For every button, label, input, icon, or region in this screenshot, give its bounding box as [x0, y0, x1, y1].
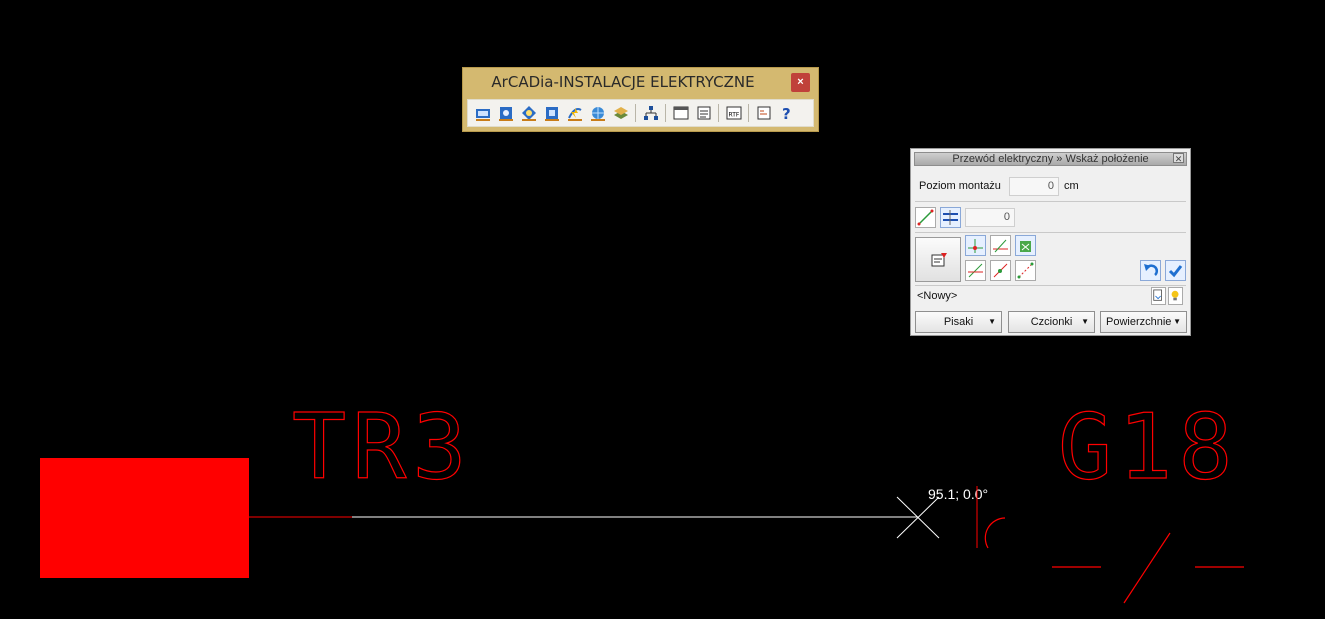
snap-box-icon[interactable] [1015, 235, 1036, 256]
transformer-block[interactable] [40, 458, 249, 578]
surfaces-dropdown[interactable]: Powierzchnie ▼ [1100, 311, 1187, 333]
switch-icon[interactable] [541, 103, 562, 124]
bulb-icon[interactable] [1168, 287, 1183, 305]
g18-slash [1123, 532, 1171, 604]
g18-arc [984, 517, 1006, 549]
tr3-label: TR3 [292, 395, 473, 500]
wire-draw-icon[interactable] [915, 207, 936, 228]
window-icon[interactable] [670, 103, 691, 124]
list-icon[interactable] [693, 103, 714, 124]
distribution-board-icon[interactable] [472, 103, 493, 124]
cursor-readout: 95.1; 0.0° [928, 486, 988, 502]
wire-break-icon[interactable] [965, 260, 986, 281]
lamp-icon[interactable] [518, 103, 539, 124]
element-properties-button[interactable] [915, 237, 961, 282]
wire-properties-panel[interactable]: Przewód elektryczny » Wskaż położenie ✕ … [910, 148, 1191, 336]
svg-text:RTF: RTF [728, 112, 739, 119]
cable-icon[interactable] [564, 103, 585, 124]
toolbar-separator [635, 104, 636, 122]
snap-line-icon[interactable] [990, 235, 1011, 256]
wire-edit-icon[interactable] [1015, 260, 1036, 281]
offset-input[interactable]: 0 [965, 208, 1015, 227]
offset-icon[interactable] [940, 207, 961, 228]
arcadia-electrical-toolbar[interactable]: ArCADia-INSTALACJE ELEKTRYCZNE × RTF ? [462, 67, 819, 132]
layers-icon[interactable] [610, 103, 631, 124]
divider [915, 285, 1186, 286]
properties-icon [931, 253, 947, 267]
panel-close-icon[interactable]: ✕ [1173, 153, 1184, 164]
mount-level-label: Poziom montażu [919, 180, 1001, 192]
toolbar-separator [718, 104, 719, 122]
panel-title: Przewód elektryczny » Wskaż położenie [914, 152, 1187, 166]
scheme-icon[interactable] [640, 103, 661, 124]
toolbar-separator [665, 104, 666, 122]
rtf-export-icon[interactable]: RTF [723, 103, 744, 124]
close-icon[interactable]: × [791, 73, 810, 92]
document-icon[interactable] [1151, 287, 1166, 305]
chevron-down-icon: ▼ [1081, 317, 1089, 326]
snap-point-icon[interactable] [965, 235, 986, 256]
g18-label: G18 [1058, 395, 1239, 500]
toolbar-separator [748, 104, 749, 122]
wire-join-icon[interactable] [990, 260, 1011, 281]
fonts-dropdown-label: Czcionki [1030, 316, 1073, 328]
undo-icon[interactable] [1140, 260, 1161, 281]
pens-dropdown[interactable]: Pisaki ▼ [915, 311, 1002, 333]
divider [915, 201, 1186, 202]
name-field[interactable]: <Nowy> [917, 288, 1147, 305]
help-icon[interactable]: ? [776, 103, 797, 124]
svg-text:?: ? [782, 105, 791, 122]
confirm-icon[interactable] [1165, 260, 1186, 281]
mount-level-input[interactable]: 0 [1009, 177, 1059, 196]
chevron-down-icon: ▼ [988, 317, 996, 326]
toolbar-title: ArCADia-INSTALACJE ELEKTRYCZNE [491, 73, 755, 91]
divider [915, 232, 1186, 233]
pens-dropdown-label: Pisaki [943, 316, 974, 328]
globe-icon[interactable] [587, 103, 608, 124]
toolbar-buttons-row: RTF ? [467, 99, 814, 127]
mount-level-unit: cm [1064, 180, 1079, 192]
settings-icon[interactable] [753, 103, 774, 124]
surfaces-dropdown-label: Powierzchnie [1106, 316, 1172, 328]
socket-icon[interactable] [495, 103, 516, 124]
fonts-dropdown[interactable]: Czcionki ▼ [1008, 311, 1095, 333]
chevron-down-icon: ▼ [1173, 317, 1181, 326]
